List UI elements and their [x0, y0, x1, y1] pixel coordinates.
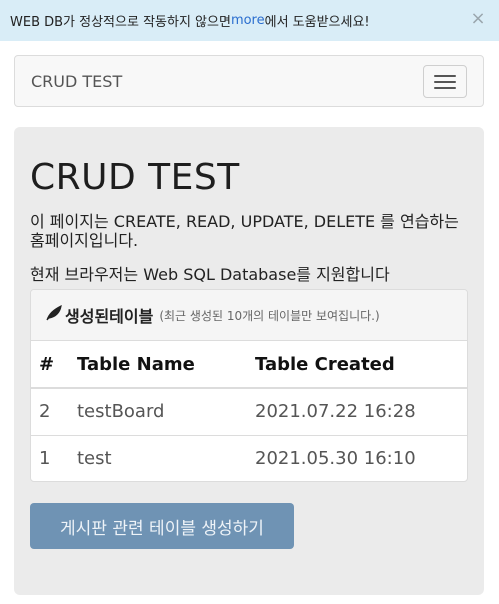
crud-ops: CREATE, READ, UPDATE, DELETE	[113, 212, 376, 231]
row-table-name: testBoard	[77, 388, 255, 436]
table-row[interactable]: 1 test 2021.05.30 16:10	[31, 435, 467, 481]
tables-panel: 생성된테이블 (최근 생성된 10개의 테이블만 보여집니다.) # Table…	[30, 289, 468, 482]
panel-subtitle: (최근 생성된 10개의 테이블만 보여집니다.)	[159, 308, 380, 323]
close-icon[interactable]: ×	[469, 10, 487, 28]
col-header-created: Table Created	[255, 341, 467, 389]
row-index: 1	[39, 448, 51, 470]
panel-title: 생성된테이블	[65, 307, 154, 326]
navbar-brand[interactable]: CRUD TEST	[31, 72, 122, 91]
col-header-index: #	[31, 341, 77, 389]
row-created: 2021.07.22 16:28	[255, 388, 467, 436]
table-header-row: # Table Name Table Created	[31, 341, 467, 389]
panel-heading: 생성된테이블 (최근 생성된 10개의 테이블만 보여집니다.)	[31, 290, 467, 341]
create-board-tables-button[interactable]: 게시판 관련 테이블 생성하기	[30, 503, 294, 549]
page-description: 이 페이지는 CREATE, READ, UPDATE, DELETE 를 연습…	[30, 212, 459, 250]
row-index: 2	[31, 388, 77, 436]
leaf-icon	[45, 304, 63, 326]
tables-table: # Table Name Table Created 2 testBoard 2…	[31, 341, 467, 481]
menu-toggle-button[interactable]	[423, 65, 467, 98]
alert-banner: WEB DB가 정상적으로 작동하지 않으면 more 에서 도움받으세요! ×	[0, 0, 499, 41]
alert-text-before: WEB DB가 정상적으로 작동하지 않으면	[10, 15, 231, 30]
navbar: CRUD TEST	[14, 55, 484, 107]
more-link[interactable]: more	[231, 13, 265, 28]
db-name: Web SQL Database	[143, 265, 297, 284]
hamburger-icon	[434, 74, 456, 77]
row-table-name: test	[77, 448, 112, 470]
alert-text-after: 에서 도움받으세요!	[264, 15, 370, 30]
jumbotron: CRUD TEST 이 페이지는 CREATE, READ, UPDATE, D…	[14, 127, 484, 595]
table-row[interactable]: 2 testBoard 2021.07.22 16:28	[31, 388, 467, 436]
col-header-name: Table Name	[77, 341, 255, 389]
page-title: CRUD TEST	[30, 157, 240, 198]
row-created: 2021.05.30 16:10	[255, 448, 416, 470]
db-support-text: 현재 브라우저는 Web SQL Database를 지원합니다	[30, 265, 390, 284]
